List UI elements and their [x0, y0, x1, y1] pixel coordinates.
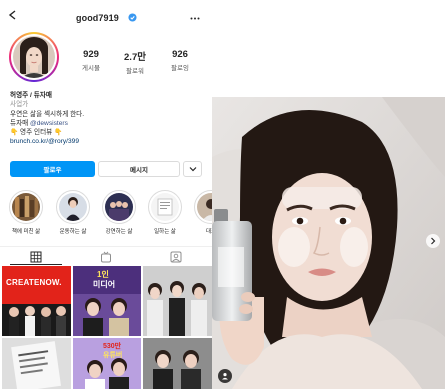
more-options-icon[interactable]	[190, 17, 200, 20]
tagged-user-icon	[222, 373, 228, 380]
posts-count[interactable]: 929 게시물	[71, 49, 111, 72]
posts-count-value: 929	[83, 49, 99, 60]
post-thumbnail	[143, 338, 212, 389]
selfie-with-bottle-photo	[212, 97, 445, 389]
posts-count-label: 게시물	[82, 65, 100, 72]
chevron-down-icon	[189, 167, 196, 172]
post-thumbnail	[143, 266, 212, 336]
highlight-label: 강연하는 삶	[105, 229, 133, 235]
grid-post-3[interactable]	[143, 266, 212, 336]
highlight-cover-ceo	[197, 193, 212, 221]
post-thumbnail	[2, 266, 71, 336]
next-photo-button[interactable]	[426, 234, 440, 248]
highlight-label: 책에 미친 삶	[11, 229, 41, 235]
instagram-profile-screenshot: good7919 929 게시물 2.7만 팔로워 926 팔로잉 허영주 / …	[0, 0, 212, 389]
story-highlight-4[interactable]: 일하는 삶	[148, 190, 182, 235]
bio-line-1: 우연은 삶을 섹시하게 한다.	[10, 110, 85, 118]
grid-post-5-text-2: 유튜버	[103, 352, 123, 359]
highlight-cover-lecture	[105, 193, 133, 221]
grid-post-1-text: CREATENOW.	[6, 278, 62, 287]
profile-category: 사업가	[10, 101, 29, 109]
following-count[interactable]: 926 팔로잉	[160, 49, 200, 72]
highlight-cover-books	[12, 193, 40, 221]
tagged-icon[interactable]	[170, 251, 182, 263]
grid-post-6[interactable]	[143, 338, 212, 389]
igtv-icon[interactable]	[100, 251, 112, 263]
follow-button[interactable]: 팔로우	[10, 161, 95, 177]
bio-website-link[interactable]: brunch.co.kr/@rory/399	[10, 137, 205, 146]
suggested-accounts-button[interactable]	[183, 161, 202, 177]
highlight-label: 운동하는 삶	[59, 229, 87, 235]
grid-icon[interactable]	[30, 251, 42, 263]
bio-line-2-prefix: 듀자매	[10, 119, 31, 127]
highlight-label: 일하는 삶	[154, 229, 176, 235]
grid-post-1[interactable]: CREATENOW.	[2, 266, 71, 336]
profile-display-name: 허영주 / 듀자매	[10, 92, 52, 99]
message-button[interactable]: 메시지	[98, 161, 180, 177]
highlight-label: 대표	[205, 229, 212, 235]
bio-line-2: 듀자매 @dewsisters	[10, 119, 205, 128]
chevron-right-icon	[431, 237, 436, 245]
story-highlight-3[interactable]: 강연하는 삶	[102, 190, 136, 235]
post-thumbnail	[2, 338, 71, 389]
profile-username: good7919	[76, 13, 119, 23]
chevron-left-icon[interactable]	[8, 10, 18, 20]
profile-tabs	[0, 246, 212, 265]
following-count-value: 926	[172, 49, 188, 60]
grid-post-5[interactable]: 530만 유튜버	[73, 338, 141, 389]
verified-badge-icon	[128, 13, 137, 22]
profile-avatar[interactable]	[9, 32, 59, 82]
bio-line-3: 👇 영주 인터뷰 👇	[10, 129, 63, 137]
profile-top-bar: good7919	[0, 0, 212, 30]
following-count-label: 팔로잉	[171, 65, 189, 72]
active-tab-indicator	[10, 264, 62, 265]
story-highlight-2[interactable]: 운동하는 삶	[56, 190, 90, 235]
grid-post-2[interactable]: 1인 미디어	[73, 266, 141, 336]
avatar-photo	[13, 36, 55, 78]
grid-post-2-text-2: 미디어	[93, 280, 116, 289]
bio-mention-link[interactable]: @dewsisters	[30, 120, 68, 127]
followers-count[interactable]: 2.7만 팔로워	[115, 49, 155, 75]
post-photo[interactable]	[212, 97, 445, 389]
story-highlight-5[interactable]: 대표	[194, 190, 212, 235]
highlight-cover-work	[151, 193, 179, 221]
highlight-cover-workout	[59, 193, 87, 221]
tagged-users-button[interactable]	[218, 369, 232, 383]
followers-count-label: 팔로워	[126, 68, 144, 75]
profile-bio: 허영주 / 듀자매 사업가 우연은 삶을 섹시하게 한다. 듀자매 @dewsi…	[10, 91, 205, 147]
grid-post-4[interactable]	[2, 338, 71, 389]
followers-count-value: 2.7만	[124, 52, 146, 63]
story-highlight-1[interactable]: 책에 미친 삶	[9, 190, 43, 235]
